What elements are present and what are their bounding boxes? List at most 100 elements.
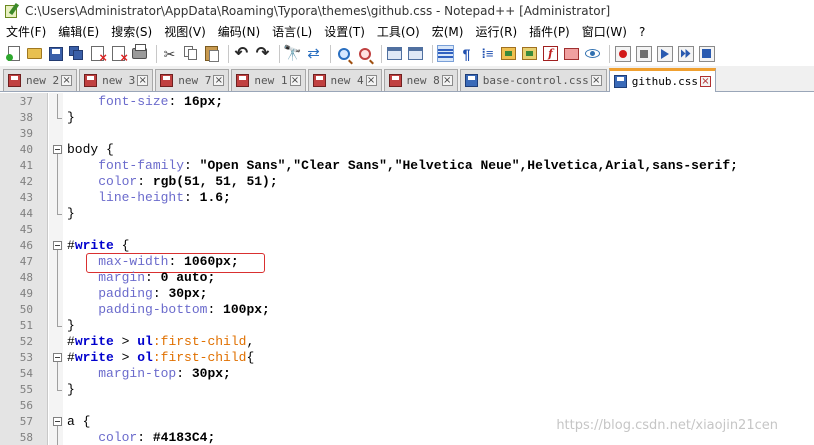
open-folder-icon[interactable] [26, 45, 43, 62]
code-line[interactable]: 37 font-size: 16px; [0, 94, 814, 110]
tab-close-icon[interactable]: × [289, 75, 301, 86]
function-icon[interactable]: f [542, 45, 559, 62]
menu-item[interactable]: 运行(R) [469, 23, 523, 40]
menu-item[interactable]: 编辑(E) [52, 23, 105, 40]
line-number: 53 [19, 351, 33, 364]
code-line[interactable]: 47 max-width: 1060px; [0, 254, 814, 270]
code-line[interactable]: 45 [0, 222, 814, 238]
word-wrap-icon[interactable] [437, 45, 454, 62]
menu-item[interactable]: 文件(F) [0, 23, 52, 40]
tab-github-css[interactable]: github.css × [608, 68, 716, 92]
paste-icon[interactable] [203, 45, 220, 62]
fold-toggle-icon[interactable] [53, 414, 63, 430]
save-icon[interactable] [47, 45, 64, 62]
copy-icon[interactable] [182, 45, 199, 62]
line-number: 49 [19, 287, 33, 300]
show-all-chars-icon[interactable]: ¶ [458, 45, 475, 62]
code-line[interactable]: 46 #write { [0, 238, 814, 254]
tab-close-icon[interactable]: × [137, 75, 149, 86]
menu-item[interactable]: 编码(N) [212, 23, 266, 40]
fold-toggle-icon[interactable] [53, 350, 63, 366]
menu-item[interactable]: 语言(L) [266, 23, 318, 40]
play-macro-icon[interactable] [656, 45, 673, 62]
code-line[interactable]: 57 a { [0, 414, 814, 430]
run-macro-multiple-icon[interactable] [677, 45, 694, 62]
zoom-in-icon[interactable] [335, 45, 352, 62]
tab-close-icon[interactable]: × [365, 75, 377, 86]
tab-base-control-css[interactable]: base-control.css × [459, 69, 607, 91]
tab-close-icon[interactable]: × [590, 75, 602, 86]
code-text: margin: 0 auto; [98, 270, 216, 285]
redo-icon[interactable]: ↷ [254, 45, 271, 62]
stop-macro-icon[interactable] [635, 45, 652, 62]
undo-icon[interactable]: ↶ [233, 45, 250, 62]
code-line[interactable]: 50 padding-bottom: 100px; [0, 302, 814, 318]
line-number: 56 [19, 399, 33, 412]
tab-new-1[interactable]: new 1 × [231, 69, 306, 91]
code-line[interactable]: 43 line-height: 1.6; [0, 190, 814, 206]
doc-map-icon[interactable] [500, 45, 517, 62]
code-line[interactable]: 52 #write > ul:first-child, [0, 334, 814, 350]
tab-new-7[interactable]: new 7 × [155, 69, 230, 91]
menu-item[interactable]: 工具(O) [371, 23, 426, 40]
close-icon[interactable] [89, 45, 107, 65]
sync-vertical-icon[interactable] [386, 45, 403, 62]
tab-close-icon[interactable]: × [699, 76, 711, 87]
tab-new-4[interactable]: new 4 × [307, 69, 382, 91]
line-number: 46 [19, 239, 33, 252]
indent-guide-icon[interactable]: ⁞≡ [479, 45, 496, 62]
folder-workspace-icon[interactable] [563, 45, 580, 62]
code-line[interactable]: 42 color: rgb(51, 51, 51); [0, 174, 814, 190]
code-line[interactable]: 40 body { [0, 142, 814, 158]
menu-item[interactable]: 搜索(S) [105, 23, 158, 40]
code-line[interactable]: 39 [0, 126, 814, 142]
code-line[interactable]: 54 margin-top: 30px; [0, 366, 814, 382]
window-title: C:\Users\Administrator\AppData\Roaming\T… [25, 4, 611, 18]
tab-label: github.css [631, 75, 698, 88]
replace-icon[interactable]: ⇄ [305, 45, 322, 62]
menu-item[interactable]: 设置(T) [318, 23, 371, 40]
menu-item[interactable]: 视图(V) [158, 23, 212, 40]
unsaved-file-icon [160, 74, 174, 87]
code-line[interactable]: 41 font-family: "Open Sans","Clear Sans"… [0, 158, 814, 174]
tab-new-8[interactable]: new 8 × [383, 69, 458, 91]
sync-horizontal-icon[interactable] [407, 45, 424, 62]
record-macro-icon[interactable] [614, 45, 631, 62]
tab-new-2[interactable]: new 2 × [3, 69, 78, 91]
tab-new-3[interactable]: new 3 × [79, 69, 154, 91]
print-icon[interactable] [131, 44, 148, 62]
code-line[interactable]: 44} [0, 206, 814, 222]
code-line[interactable]: 56 [0, 398, 814, 414]
function-list-icon[interactable] [521, 45, 538, 62]
code-editor[interactable]: https://blog.csdn.net/xiaojin21cen 37 fo… [0, 93, 814, 445]
save-macro-icon[interactable] [698, 45, 715, 62]
tab-close-icon[interactable]: × [61, 75, 73, 86]
new-file-icon[interactable] [5, 45, 22, 62]
menu-item[interactable]: 插件(P) [523, 23, 576, 40]
close-all-icon[interactable] [110, 45, 128, 65]
cut-icon[interactable]: ✂ [161, 45, 178, 62]
tab-close-icon[interactable]: × [441, 75, 453, 86]
zoom-out-icon[interactable] [356, 45, 373, 62]
document-tab-bar: new 2 × new 3 × new 7 × new 1 × new 4 × new 8 × base… [0, 66, 814, 92]
find-icon[interactable]: 🔭 [283, 45, 302, 62]
code-line[interactable]: 38} [0, 110, 814, 126]
menu-item[interactable]: 窗口(W) [576, 23, 633, 40]
tab-close-icon[interactable]: × [213, 75, 225, 86]
code-line[interactable]: 48 margin: 0 auto; [0, 270, 814, 286]
line-number: 55 [19, 383, 33, 396]
code-line[interactable]: 55} [0, 382, 814, 398]
code-line[interactable]: 58 color: #4183C4; [0, 430, 814, 445]
code-line[interactable]: 53 #write > ol:first-child{ [0, 350, 814, 366]
menu-item[interactable]: 宏(M) [426, 23, 470, 40]
save-all-icon[interactable] [68, 45, 85, 62]
code-line[interactable]: 49 padding: 30px; [0, 286, 814, 302]
line-number: 58 [19, 431, 33, 444]
code-line[interactable]: 51} [0, 318, 814, 334]
tab-label: new 8 [406, 74, 440, 87]
tab-label: new 1 [254, 74, 288, 87]
monitor-icon[interactable] [584, 45, 601, 62]
fold-toggle-icon[interactable] [53, 238, 63, 254]
menu-item[interactable]: ? [633, 25, 651, 39]
fold-toggle-icon[interactable] [53, 142, 63, 158]
